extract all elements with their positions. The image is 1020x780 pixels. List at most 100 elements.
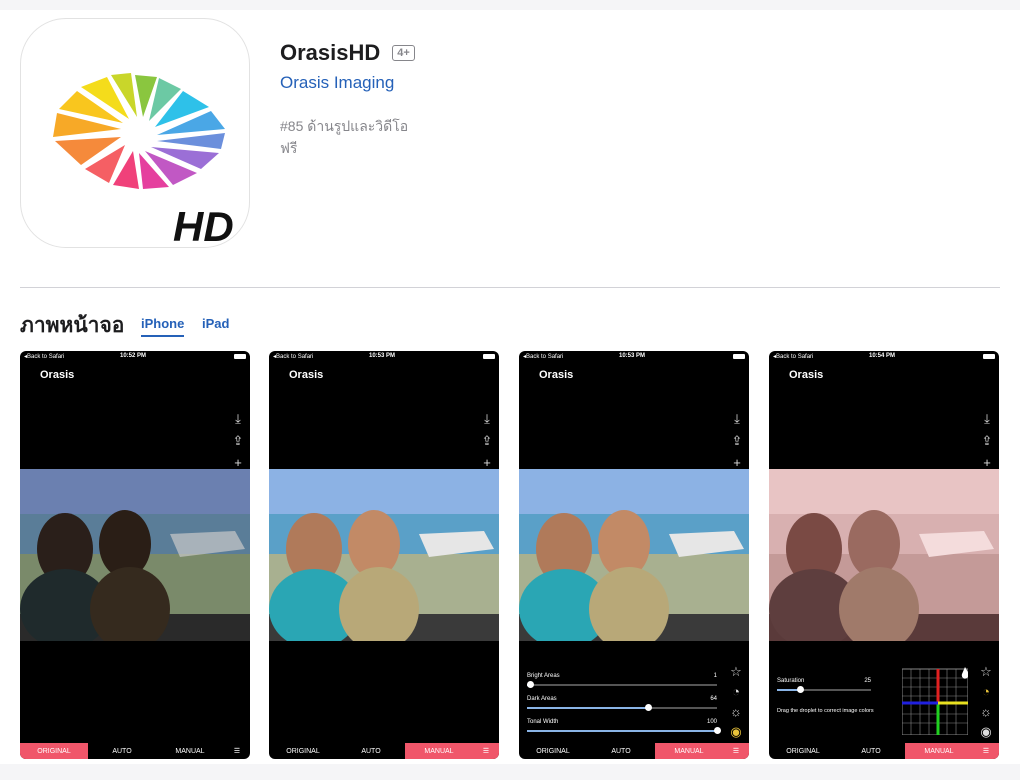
back-to-safari: ◂Back to Safari bbox=[273, 354, 314, 360]
battery-icon bbox=[234, 354, 246, 359]
screenshots-title: ภาพหน้าจอ bbox=[20, 314, 125, 337]
slider-tonal-width[interactable]: Tonal Width 100 bbox=[527, 719, 721, 742]
tab-manual[interactable]: MANUAL bbox=[156, 743, 224, 759]
tab-ipad[interactable]: iPad bbox=[202, 316, 229, 335]
download-icon: ⤓ bbox=[734, 411, 740, 426]
share-icon: ⇪ bbox=[232, 433, 244, 448]
app-icon: HD bbox=[20, 18, 250, 248]
screenshot-1[interactable]: ◂Back to Safari 10:52 PM Orasis ⤓ ⇪ + ⤓ bbox=[20, 351, 250, 759]
slider-label: Bright Areas bbox=[527, 673, 560, 679]
status-time: 10:54 PM bbox=[869, 353, 896, 359]
mode-tabbar: ORIGINAL AUTO MANUAL ☰ bbox=[20, 743, 250, 759]
mode-tabbar: ORIGINAL AUTO MANUAL ☰ bbox=[519, 743, 749, 759]
settings-sliders-icon[interactable]: ☰ bbox=[224, 743, 250, 759]
photo bbox=[269, 469, 499, 641]
side-toolbar: ☆ ◔ ☼ ◉ bbox=[727, 662, 745, 742]
slider-knob[interactable] bbox=[527, 681, 534, 688]
saturation-knob[interactable] bbox=[797, 686, 804, 693]
mode-tabbar: ORIGINAL AUTO MANUAL ☰ bbox=[769, 743, 999, 759]
photo bbox=[519, 469, 749, 641]
saturation-label: Saturation bbox=[777, 678, 805, 684]
battery-icon bbox=[983, 354, 995, 359]
screen-app-name: Orasis bbox=[289, 369, 324, 381]
download-icon: ⤓ bbox=[984, 411, 990, 426]
top-bar bbox=[0, 0, 1020, 10]
app-title: OrasisHD bbox=[280, 40, 381, 65]
tab-auto[interactable]: AUTO bbox=[88, 743, 156, 759]
tab-iphone[interactable]: iPhone bbox=[141, 316, 185, 337]
tab-original[interactable]: ORIGINAL bbox=[769, 743, 837, 759]
tab-manual[interactable]: MANUAL bbox=[405, 743, 473, 759]
screen-app-name: Orasis bbox=[539, 369, 574, 381]
age-rating-badge: 4+ bbox=[392, 45, 415, 61]
status-bar: ◂Back to Safari 10:53 PM bbox=[269, 351, 499, 363]
battery-icon bbox=[733, 354, 745, 359]
status-bar: ◂Back to Safari 10:53 PM bbox=[519, 351, 749, 363]
adjustment-sliders: Bright Areas 1 Dark Areas 64 Tonal Width… bbox=[527, 673, 721, 742]
screenshot-3[interactable]: ◂Back to Safari 10:53 PM Orasis ⤓ ⇪ + ⤓ bbox=[519, 351, 749, 759]
slider-value: 1 bbox=[713, 673, 717, 679]
slider-label: Dark Areas bbox=[527, 696, 557, 702]
screen-app-name: Orasis bbox=[789, 369, 824, 381]
status-time: 10:52 PM bbox=[120, 353, 147, 359]
price-label: ฟรี bbox=[280, 140, 298, 156]
palette-icon[interactable]: ◔ bbox=[977, 682, 995, 702]
tab-original[interactable]: ORIGINAL bbox=[269, 743, 337, 759]
settings-sliders-icon[interactable]: ☰ bbox=[723, 743, 749, 759]
tab-auto[interactable]: AUTO bbox=[837, 743, 905, 759]
droplet-hint: Drag the droplet to correct image colors bbox=[777, 708, 874, 714]
divider bbox=[20, 287, 1000, 288]
status-bar: ◂Back to Safari 10:52 PM bbox=[20, 351, 250, 363]
tab-manual[interactable]: MANUAL bbox=[905, 743, 973, 759]
mode-tabbar: ORIGINAL AUTO MANUAL ☰ bbox=[269, 743, 499, 759]
download-icon: ⤓ bbox=[484, 411, 490, 426]
screenshot-2[interactable]: ◂Back to Safari 10:53 PM Orasis ⤓ ⇪ + ⤓ bbox=[269, 351, 499, 759]
tab-auto[interactable]: AUTO bbox=[587, 743, 655, 759]
screen-app-name: Orasis bbox=[40, 369, 75, 381]
status-bar: ◂Back to Safari 10:54 PM bbox=[769, 351, 999, 363]
tab-original[interactable]: ORIGINAL bbox=[20, 743, 88, 759]
slider-dark-areas[interactable]: Dark Areas 64 bbox=[527, 696, 717, 719]
hd-logo-text: HD bbox=[173, 203, 234, 248]
saturation-value: 25 bbox=[864, 678, 871, 684]
eye-icon[interactable]: ◉ bbox=[977, 722, 995, 742]
category-rank: #85 ด้านรูปและวิดีโอ bbox=[280, 118, 409, 134]
status-time: 10:53 PM bbox=[369, 353, 396, 359]
back-to-safari: ◂Back to Safari bbox=[24, 354, 65, 360]
settings-sliders-icon[interactable]: ☰ bbox=[973, 743, 999, 759]
sun-icon[interactable]: ☼ bbox=[727, 702, 745, 722]
tab-original[interactable]: ORIGINAL bbox=[519, 743, 587, 759]
side-toolbar: ☆ ◔ ☼ ◉ bbox=[977, 662, 995, 742]
slider-value: 100 bbox=[706, 719, 717, 725]
settings-sliders-icon[interactable]: ☰ bbox=[473, 743, 499, 759]
back-to-safari: ◂Back to Safari bbox=[523, 354, 564, 360]
photo bbox=[769, 469, 999, 641]
sun-icon[interactable]: ☼ bbox=[977, 702, 995, 722]
tab-auto[interactable]: AUTO bbox=[337, 743, 405, 759]
slider-bright-areas[interactable]: Bright Areas 1 bbox=[527, 673, 717, 696]
bottom-bar bbox=[0, 764, 1020, 780]
back-to-safari: ◂Back to Safari bbox=[773, 354, 814, 360]
share-icon: ⇪ bbox=[981, 433, 993, 448]
slider-value: 64 bbox=[710, 696, 717, 702]
slider-knob[interactable] bbox=[713, 727, 721, 734]
color-balance-grid[interactable] bbox=[902, 667, 968, 735]
tab-manual[interactable]: MANUAL bbox=[655, 743, 723, 759]
share-icon: ⇪ bbox=[731, 433, 743, 448]
status-time: 10:53 PM bbox=[619, 353, 646, 359]
eye-icon[interactable]: ◉ bbox=[727, 722, 745, 742]
star-icon[interactable]: ☆ bbox=[727, 662, 745, 682]
battery-icon bbox=[483, 354, 495, 359]
star-icon[interactable]: ☆ bbox=[977, 662, 995, 682]
share-icon: ⇪ bbox=[481, 433, 493, 448]
photo bbox=[20, 469, 250, 641]
app-title-row: OrasisHD 4+ bbox=[280, 40, 415, 66]
shutter-logo-icon: HD bbox=[53, 73, 234, 248]
palette-icon[interactable]: ◔ bbox=[727, 682, 745, 702]
screenshot-4[interactable]: ◂Back to Safari 10:54 PM Orasis ⤓ ⇪ + ⤓ bbox=[769, 351, 999, 759]
slider-knob[interactable] bbox=[645, 704, 653, 711]
slider-label: Tonal Width bbox=[527, 719, 559, 725]
developer-link[interactable]: Orasis Imaging bbox=[280, 73, 394, 93]
download-icon: ⤓ bbox=[235, 411, 241, 426]
app-store-page: HD OrasisHD 4+ Orasis Imaging #85 ด้านรู… bbox=[0, 0, 1020, 780]
